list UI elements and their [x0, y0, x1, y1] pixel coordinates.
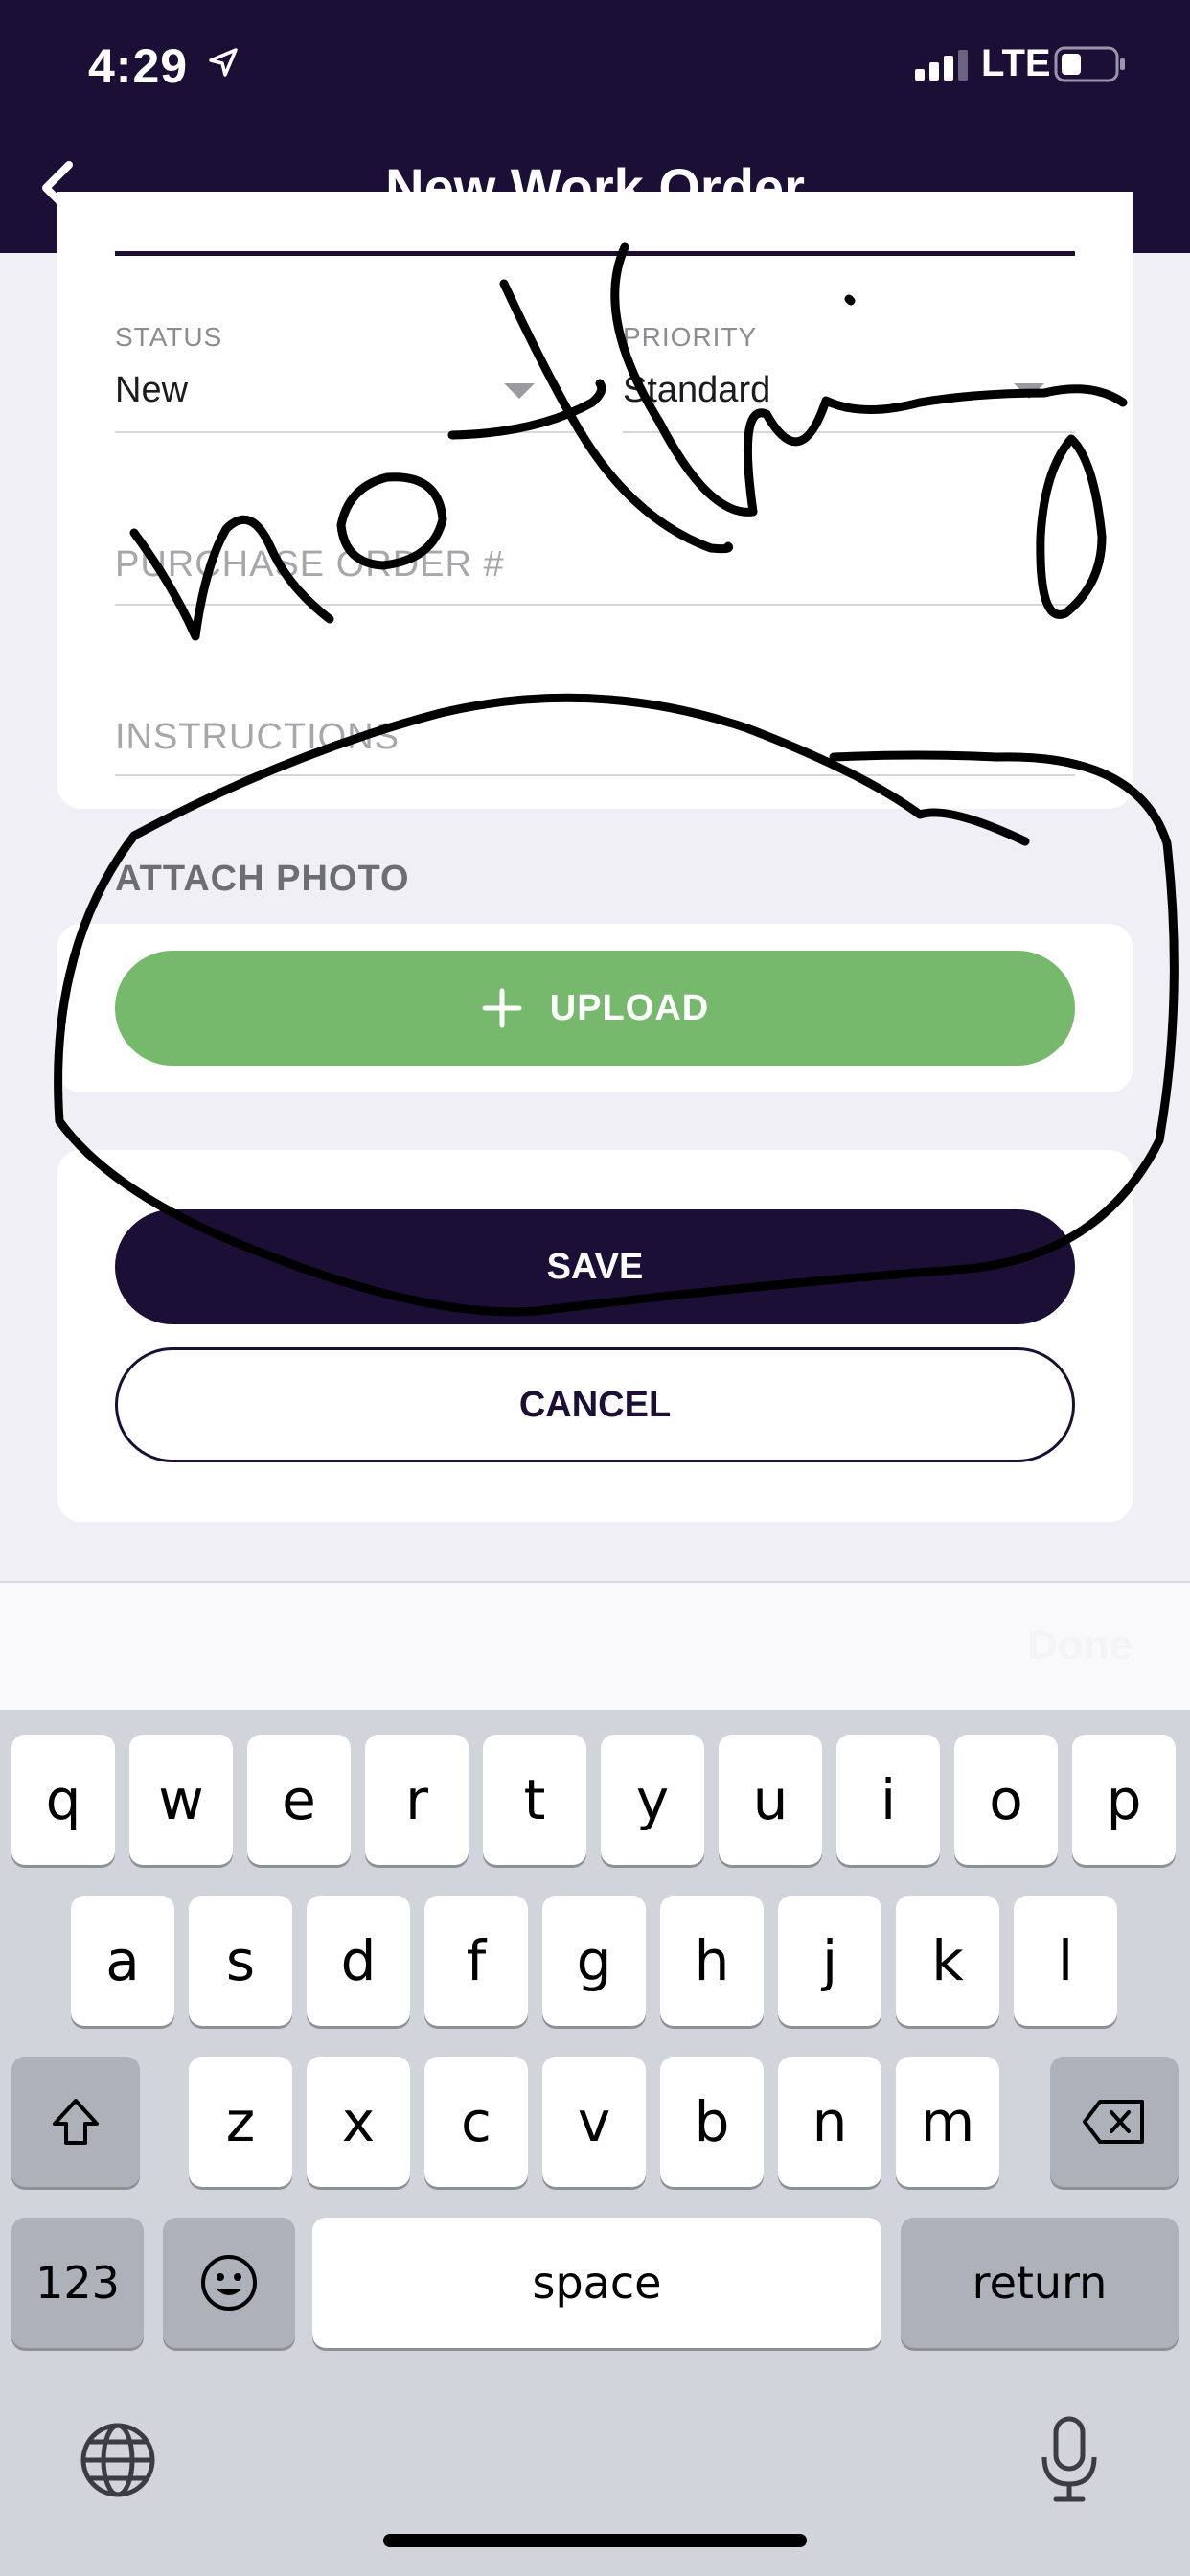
backspace-icon	[1083, 2100, 1144, 2144]
key-k[interactable]: k	[896, 1896, 999, 2026]
purchase-order-underline	[115, 604, 1075, 606]
previous-field-underline	[115, 251, 1075, 256]
key-y[interactable]: y	[601, 1735, 704, 1865]
key-c[interactable]: c	[424, 2057, 528, 2187]
priority-select[interactable]: Standard	[623, 370, 770, 411]
home-indicator	[383, 2534, 807, 2547]
key-d[interactable]: d	[307, 1896, 410, 2026]
key-m[interactable]: m	[896, 2057, 999, 2187]
key-u[interactable]: u	[719, 1735, 822, 1865]
plus-icon	[482, 988, 522, 1028]
instructions-input[interactable]: INSTRUCTIONS	[115, 717, 400, 758]
key-v[interactable]: v	[542, 2057, 646, 2187]
key-f[interactable]: f	[424, 1896, 528, 2026]
actions-card	[57, 1150, 1133, 1522]
key-r[interactable]: r	[365, 1735, 469, 1865]
shift-icon	[53, 2099, 99, 2145]
status-underline	[115, 431, 586, 433]
signal-icon	[915, 50, 968, 80]
status-label: STATUS	[115, 322, 223, 352]
backspace-key[interactable]	[1050, 2057, 1179, 2187]
key-q[interactable]: q	[11, 1735, 115, 1865]
key-e[interactable]: e	[247, 1735, 351, 1865]
key-g[interactable]: g	[542, 1896, 646, 2026]
priority-label: PRIORITY	[623, 322, 758, 352]
status-time: 4:29	[88, 39, 189, 93]
space-key[interactable]: space	[312, 2218, 881, 2348]
key-j[interactable]: j	[778, 1896, 881, 2026]
key-b[interactable]: b	[660, 2057, 764, 2187]
key-x[interactable]: x	[307, 2057, 410, 2187]
upload-button[interactable]: UPLOAD	[115, 951, 1075, 1066]
key-h[interactable]: h	[660, 1896, 764, 2026]
save-button[interactable]: SAVE	[115, 1209, 1075, 1324]
status-select[interactable]: New	[115, 370, 188, 411]
key-a[interactable]: a	[71, 1896, 174, 2026]
battery-icon	[1054, 46, 1125, 82]
priority-underline	[623, 431, 1075, 433]
key-w[interactable]: w	[129, 1735, 233, 1865]
key-t[interactable]: t	[483, 1735, 586, 1865]
key-n[interactable]: n	[778, 2057, 881, 2187]
key-o[interactable]: o	[954, 1735, 1058, 1865]
key-l[interactable]: l	[1014, 1896, 1117, 2026]
emoji-key[interactable]	[163, 2218, 295, 2348]
keyboard: q w e r t y u i o p a s d f g h j k l z …	[0, 1710, 1190, 2576]
purchase-order-input[interactable]: PURCHASE ORDER #	[115, 544, 505, 586]
key-p[interactable]: p	[1072, 1735, 1176, 1865]
emoji-icon	[201, 2255, 257, 2311]
status-dropdown-icon[interactable]	[504, 383, 535, 399]
attach-photo-title: ATTACH PHOTO	[115, 859, 410, 899]
priority-dropdown-icon[interactable]	[1014, 383, 1044, 399]
location-arrow-icon	[209, 48, 238, 77]
key-z[interactable]: z	[189, 2057, 292, 2187]
done-button[interactable]: Done	[1027, 1622, 1133, 1669]
keyboard-accessory-bar	[0, 1581, 1190, 1710]
upload-label: UPLOAD	[549, 987, 710, 1028]
cancel-button[interactable]: CANCEL	[115, 1347, 1075, 1462]
globe-icon[interactable]	[79, 2421, 157, 2499]
shift-key[interactable]	[11, 2057, 140, 2187]
return-key[interactable]: return	[901, 2218, 1179, 2348]
key-s[interactable]: s	[189, 1896, 292, 2026]
key-i[interactable]: i	[836, 1735, 940, 1865]
network-type: LTE	[981, 42, 1051, 84]
instructions-underline	[115, 774, 1075, 776]
numbers-key[interactable]: 123	[11, 2218, 144, 2348]
microphone-icon[interactable]	[1035, 2413, 1104, 2505]
